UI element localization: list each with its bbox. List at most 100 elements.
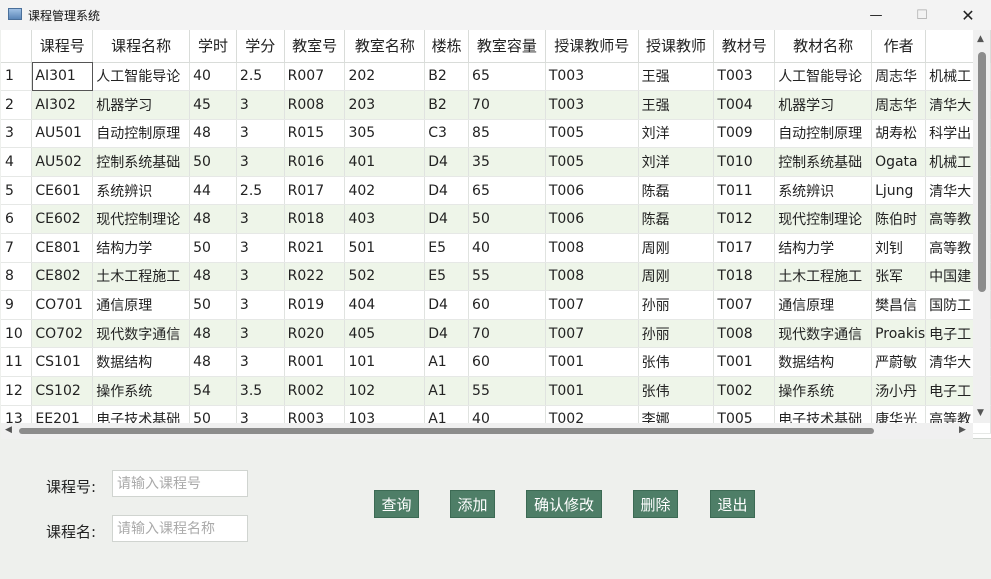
row-number-header[interactable]: 2 — [1, 90, 33, 120]
table-cell[interactable]: 系统辨识 — [92, 176, 191, 206]
column-header[interactable]: 教室名称 — [344, 30, 426, 63]
table-cell[interactable]: T010 — [713, 147, 776, 177]
query-button[interactable]: 查询 — [374, 490, 419, 518]
table-cell[interactable]: R018 — [284, 204, 346, 235]
table-cell[interactable]: 现代数字通信 — [774, 319, 873, 349]
table-cell[interactable]: Proakis — [871, 319, 927, 349]
table-cell[interactable]: D4 — [424, 204, 470, 235]
table-cell[interactable]: 周刚 — [638, 262, 715, 292]
table-cell[interactable]: 48 — [189, 319, 237, 349]
table-cell[interactable]: 通信原理 — [774, 290, 873, 320]
table-cell[interactable]: 3 — [236, 290, 285, 320]
table-row[interactable]: 8 CE802 土木工程施工 48 3 R022 502 E5 55 T008 周刚 T018 土木工程… — [1, 262, 991, 292]
table-cell[interactable]: 陈磊 — [638, 176, 715, 206]
table-cell[interactable]: E5 — [424, 233, 470, 263]
row-number-header[interactable]: 3 — [1, 119, 33, 149]
table-cell[interactable]: AI301 — [31, 62, 94, 92]
table-cell[interactable]: 50 — [468, 204, 546, 235]
table-cell[interactable]: 周志华 — [871, 90, 927, 120]
table-cell[interactable]: 102 — [344, 376, 426, 406]
table-cell[interactable]: T005 — [545, 147, 639, 177]
table-cell[interactable]: 2.5 — [236, 62, 285, 92]
table-cell[interactable]: 60 — [468, 290, 546, 320]
table-cell[interactable]: 刘钊 — [871, 233, 927, 263]
table-cell[interactable]: 35 — [468, 147, 546, 177]
table-cell[interactable]: 孙丽 — [638, 290, 715, 320]
row-number-header[interactable]: 8 — [1, 262, 33, 292]
table-cell[interactable]: T001 — [545, 376, 639, 406]
table-cell[interactable]: T017 — [713, 233, 776, 263]
table-cell[interactable]: E5 — [424, 262, 470, 292]
table-cell[interactable]: T003 — [545, 62, 639, 92]
table-row[interactable]: 10 CO702 现代数字通信 48 3 R020 405 D4 70 T007 孙丽 T008 现代数… — [1, 319, 991, 349]
table-cell[interactable]: AU502 — [31, 147, 94, 177]
table-cell[interactable]: 44 — [189, 176, 237, 206]
table-cell[interactable]: 65 — [468, 176, 546, 206]
table-cell[interactable]: 3 — [236, 90, 285, 120]
table-cell[interactable]: 控制系统基础 — [774, 147, 873, 177]
row-number-header[interactable]: 12 — [1, 376, 33, 406]
column-header[interactable]: 教室容量 — [468, 30, 546, 63]
table-cell[interactable]: D4 — [424, 147, 470, 177]
table-row[interactable]: 2 AI302 机器学习 45 3 R008 203 B2 70 T003 王强 T004 机器学习 周志… — [1, 90, 991, 120]
table-cell[interactable]: 3 — [236, 262, 285, 292]
table-cell[interactable]: D4 — [424, 319, 470, 349]
horizontal-scrollbar[interactable]: ◀ ▶ — [1, 423, 973, 439]
table-cell[interactable]: 王强 — [638, 90, 715, 120]
minimize-button[interactable]: — — [853, 0, 899, 30]
table-cell[interactable]: T006 — [545, 204, 639, 235]
table-cell[interactable]: 刘洋 — [638, 147, 715, 177]
horizontal-scroll-thumb[interactable] — [19, 428, 874, 434]
row-number-header[interactable]: 4 — [1, 147, 33, 177]
table-cell[interactable]: 40 — [189, 62, 237, 92]
table-cell[interactable]: 周志华 — [871, 62, 927, 92]
table-cell[interactable]: 70 — [468, 319, 546, 349]
table-cell[interactable]: 周刚 — [638, 233, 715, 263]
table-cell[interactable]: Ljung — [871, 176, 927, 206]
table-cell[interactable]: 现代控制理论 — [92, 204, 191, 235]
table-row[interactable]: 4 AU502 控制系统基础 50 3 R016 401 D4 35 T005 刘洋 T010 控制系统… — [1, 147, 991, 177]
table-cell[interactable]: 张伟 — [638, 376, 715, 406]
table-cell[interactable]: 3 — [236, 204, 285, 235]
table-cell[interactable]: D4 — [424, 176, 470, 206]
table-cell[interactable]: 48 — [189, 119, 237, 149]
table-cell[interactable]: 101 — [344, 347, 426, 378]
table-cell[interactable]: Ogata — [871, 147, 927, 177]
table-cell[interactable]: 502 — [344, 262, 426, 292]
table-row[interactable]: 7 CE801 结构力学 50 3 R021 501 E5 40 T008 周刚 T017 结构力学 刘钊… — [1, 233, 991, 263]
table-cell[interactable]: 现代控制理论 — [774, 204, 873, 235]
table-cell[interactable]: B2 — [424, 62, 470, 92]
table-cell[interactable]: 孙丽 — [638, 319, 715, 349]
table-cell[interactable]: T005 — [545, 119, 639, 149]
table-cell[interactable]: 70 — [468, 90, 546, 120]
table-cell[interactable]: R015 — [284, 119, 346, 149]
scroll-up-arrow-icon[interactable]: ▲ — [977, 34, 984, 44]
table-cell[interactable]: R002 — [284, 376, 346, 406]
table-cell[interactable]: 48 — [189, 347, 237, 378]
table-cell[interactable]: T003 — [713, 62, 776, 92]
table-cell[interactable]: 张伟 — [638, 347, 715, 378]
table-cell[interactable]: CS101 — [31, 347, 94, 378]
scroll-right-arrow-icon[interactable]: ▶ — [959, 425, 966, 435]
table-cell[interactable]: R017 — [284, 176, 346, 206]
table-cell[interactable]: 402 — [344, 176, 426, 206]
table-cell[interactable]: 张军 — [871, 262, 927, 292]
table-cell[interactable]: 202 — [344, 62, 426, 92]
table-cell[interactable]: T007 — [545, 290, 639, 320]
table-cell[interactable]: C3 — [424, 119, 470, 149]
table-row[interactable]: 3 AU501 自动控制原理 48 3 R015 305 C3 85 T005 刘洋 T009 自动控制… — [1, 119, 991, 149]
table-cell[interactable]: 3.5 — [236, 376, 285, 406]
row-number-header[interactable]: 11 — [1, 347, 33, 378]
table-cell[interactable]: 通信原理 — [92, 290, 191, 320]
table-cell[interactable]: 305 — [344, 119, 426, 149]
table-cell[interactable]: 机器学习 — [92, 90, 191, 120]
table-cell[interactable]: 数据结构 — [774, 347, 873, 378]
table-cell[interactable]: 自动控制原理 — [774, 119, 873, 149]
column-header[interactable]: 教材名称 — [774, 30, 873, 63]
table-cell[interactable]: 人工智能导论 — [774, 62, 873, 92]
table-cell[interactable]: 55 — [468, 376, 546, 406]
table-cell[interactable]: 60 — [468, 347, 546, 378]
row-number-header[interactable]: 6 — [1, 204, 33, 235]
table-cell[interactable]: 48 — [189, 262, 237, 292]
close-button[interactable]: ✕ — [945, 0, 991, 30]
